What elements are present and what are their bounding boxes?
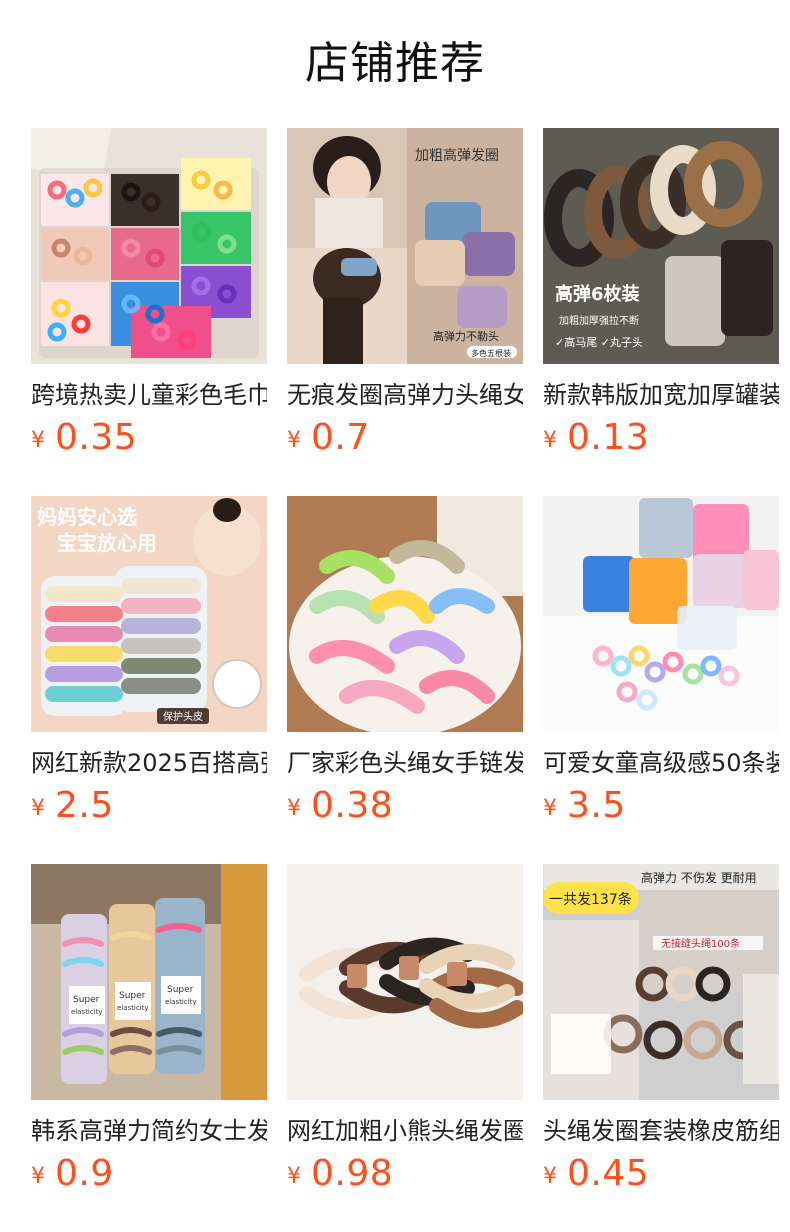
- product-photo-braided-scrunchies: [287, 496, 523, 732]
- svg-text:高弹力不勒头: 高弹力不勒头: [433, 329, 499, 343]
- product-photo-multicolor-bands: [31, 128, 267, 364]
- currency-symbol: ¥: [31, 796, 45, 821]
- svg-text:保护头皮: 保护头皮: [163, 710, 203, 723]
- product-grid: 跨境热卖儿童彩色毛巾圈 ¥ 0.35 加粗高: [31, 128, 779, 1232]
- svg-text:加粗加厚强拉不断: 加粗加厚强拉不断: [559, 314, 639, 327]
- svg-text:elasticity: elasticity: [165, 998, 197, 1006]
- currency-symbol: ¥: [31, 1164, 45, 1189]
- product-card[interactable]: 加粗高弹发圈 高弹力不勒头 多色五根装 无痕发圈高弹力头绳女 ¥ 0.7: [287, 128, 523, 496]
- product-image[interactable]: [287, 496, 523, 732]
- product-price: ¥ 2.5: [31, 782, 114, 830]
- product-photo-kids-bands: 妈妈安心选 宝宝放心用 保护头皮: [31, 496, 267, 732]
- product-image[interactable]: 妈妈安心选 宝宝放心用 保护头皮: [31, 496, 267, 732]
- product-name[interactable]: 网红新款2025百搭高弹: [31, 746, 267, 780]
- price-amount: 0.35: [55, 417, 138, 458]
- product-image[interactable]: 高弹力 不伤发 更耐用 一共发137条 无接缝头绳100条: [543, 864, 779, 1100]
- price-amount: 3.5: [567, 785, 626, 826]
- product-photo-knit-hair-ties: 高弹6枚装 加粗加厚强拉不断 ✓高马尾 ✓丸子头: [543, 128, 779, 364]
- product-price: ¥ 0.35: [31, 414, 137, 462]
- product-image[interactable]: Super elasticity Super elasticity Super …: [31, 864, 267, 1100]
- product-photo-jars-of-bands: [543, 496, 779, 732]
- currency-symbol: ¥: [287, 796, 301, 821]
- price-amount: 0.45: [567, 1153, 650, 1194]
- currency-symbol: ¥: [31, 428, 45, 453]
- product-card[interactable]: Super elasticity Super elasticity Super …: [31, 864, 267, 1232]
- product-photo-hair-tie-set: 高弹力 不伤发 更耐用 一共发137条 无接缝头绳100条: [543, 864, 779, 1100]
- product-photo-tubes-wavy-bands: Super elasticity Super elasticity Super …: [31, 864, 267, 1100]
- svg-text:elasticity: elasticity: [117, 1004, 149, 1012]
- product-image[interactable]: 高弹6枚装 加粗加厚强拉不断 ✓高马尾 ✓丸子头: [543, 128, 779, 364]
- price-amount: 0.13: [567, 417, 650, 458]
- svg-text:✓高马尾 ✓丸子头: ✓高马尾 ✓丸子头: [555, 335, 643, 349]
- currency-symbol: ¥: [543, 428, 557, 453]
- svg-text:宝宝放心用: 宝宝放心用: [57, 531, 157, 555]
- product-image[interactable]: 加粗高弹发圈 高弹力不勒头 多色五根装: [287, 128, 523, 364]
- price-amount: 0.7: [311, 417, 370, 458]
- price-amount: 2.5: [55, 785, 114, 826]
- svg-text:Super: Super: [73, 995, 100, 1005]
- product-name[interactable]: 无痕发圈高弹力头绳女: [287, 378, 523, 412]
- product-price: ¥ 0.9: [31, 1150, 114, 1198]
- page-title: 店铺推荐: [305, 38, 485, 89]
- product-card[interactable]: 厂家彩色头绳女手链发圈 ¥ 0.38: [287, 496, 523, 864]
- currency-symbol: ¥: [287, 1164, 301, 1189]
- product-price: ¥ 3.5: [543, 782, 626, 830]
- product-card[interactable]: 跨境热卖儿童彩色毛巾圈 ¥ 0.35: [31, 128, 267, 496]
- product-image[interactable]: [543, 496, 779, 732]
- product-price: ¥ 0.98: [287, 1150, 393, 1198]
- product-name[interactable]: 韩系高弹力简约女士发圈: [31, 1114, 267, 1148]
- svg-text:一共发137条: 一共发137条: [549, 891, 632, 908]
- product-image[interactable]: [31, 128, 267, 364]
- section-header: 店铺推荐: [0, 0, 790, 128]
- product-price: ¥ 0.7: [287, 414, 370, 462]
- price-amount: 0.38: [311, 785, 394, 826]
- currency-symbol: ¥: [287, 428, 301, 453]
- product-card[interactable]: 妈妈安心选 宝宝放心用 保护头皮 网红新款2025百搭高弹 ¥ 2.5: [31, 496, 267, 864]
- product-photo-bear-tag-ties: [287, 864, 523, 1100]
- product-card[interactable]: 可爱女童高级感50条装 ¥ 3.5: [543, 496, 779, 864]
- product-price: ¥ 0.45: [543, 1150, 649, 1198]
- svg-text:多色五根装: 多色五根装: [471, 348, 511, 358]
- product-name[interactable]: 头绳发圈套装橡皮筋组合: [543, 1114, 779, 1148]
- svg-text:无接缝头绳100条: 无接缝头绳100条: [661, 937, 740, 950]
- product-name[interactable]: 厂家彩色头绳女手链发圈: [287, 746, 523, 780]
- product-card[interactable]: 网红加粗小熊头绳发圈 ¥ 0.98: [287, 864, 523, 1232]
- svg-text:elasticity: elasticity: [71, 1008, 103, 1016]
- product-name[interactable]: 新款韩版加宽加厚罐装: [543, 378, 779, 412]
- svg-text:高弹力 不伤发 更耐用: 高弹力 不伤发 更耐用: [641, 870, 757, 885]
- product-name[interactable]: 网红加粗小熊头绳发圈: [287, 1114, 523, 1148]
- svg-text:妈妈安心选: 妈妈安心选: [37, 505, 137, 529]
- currency-symbol: ¥: [543, 796, 557, 821]
- svg-text:Super: Super: [119, 991, 146, 1001]
- product-name[interactable]: 跨境热卖儿童彩色毛巾圈: [31, 378, 267, 412]
- product-name[interactable]: 可爱女童高级感50条装: [543, 746, 779, 780]
- currency-symbol: ¥: [543, 1164, 557, 1189]
- price-amount: 0.98: [311, 1153, 394, 1194]
- svg-text:加粗高弹发圈: 加粗高弹发圈: [415, 147, 499, 164]
- svg-text:Super: Super: [167, 985, 194, 995]
- price-amount: 0.9: [55, 1153, 114, 1194]
- svg-text:高弹6枚装: 高弹6枚装: [555, 283, 640, 305]
- product-card[interactable]: 高弹6枚装 加粗加厚强拉不断 ✓高马尾 ✓丸子头 新款韩版加宽加厚罐装 ¥ 0.…: [543, 128, 779, 496]
- product-price: ¥ 0.38: [287, 782, 393, 830]
- product-price: ¥ 0.13: [543, 414, 649, 462]
- product-photo-wide-hair-ties: 加粗高弹发圈 高弹力不勒头 多色五根装: [287, 128, 523, 364]
- product-image[interactable]: [287, 864, 523, 1100]
- product-card[interactable]: 高弹力 不伤发 更耐用 一共发137条 无接缝头绳100条 头绳发圈套装橡皮筋组…: [543, 864, 779, 1232]
